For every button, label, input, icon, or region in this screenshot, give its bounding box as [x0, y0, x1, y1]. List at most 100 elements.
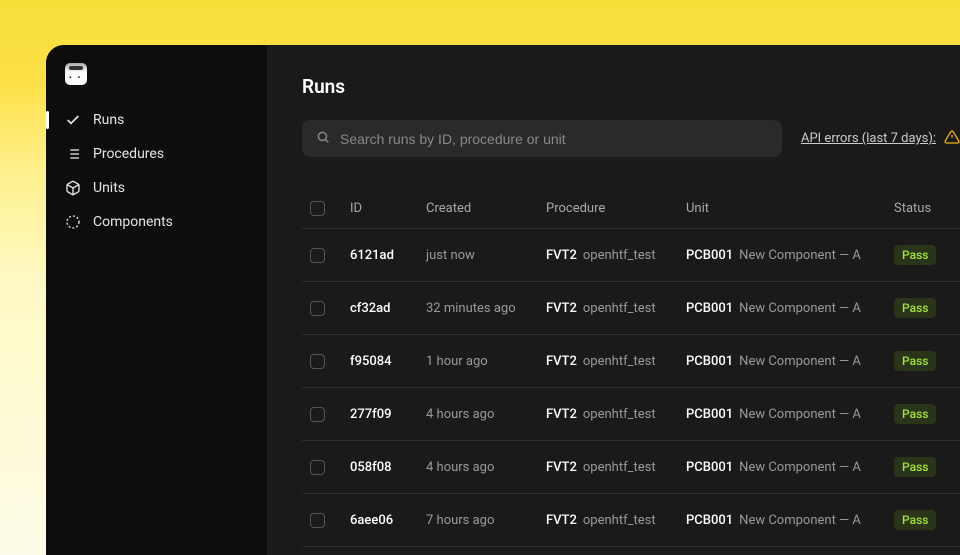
procedure-code: FVT2 [546, 248, 577, 263]
page-title: Runs [302, 75, 960, 98]
search-icon [316, 129, 330, 148]
row-checkbox-cell [302, 301, 350, 316]
procedure-code: FVT2 [546, 460, 577, 475]
procedure-code: FVT2 [546, 354, 577, 369]
row-unit: PCB001 New Component — A [686, 301, 894, 316]
unit-code: PCB001 [686, 407, 733, 422]
unit-code: PCB001 [686, 301, 733, 316]
row-procedure: FVT2 openhtf_test [546, 460, 686, 475]
row-created: just now [426, 248, 546, 263]
procedure-name: openhtf_test [583, 407, 656, 422]
row-procedure: FVT2openhtf_test [546, 301, 686, 316]
sidebar-item-runs[interactable]: Runs [46, 103, 267, 137]
row-procedure: FVT2 openhtf_test [546, 407, 686, 422]
table-row[interactable]: cf32ad32 minutes agoFVT2openhtf_testPCB0… [302, 282, 960, 335]
unit-name: New Component — A [739, 301, 861, 316]
table-row[interactable]: 12c4af7 hours agoFVT2openhtf_testPCB001N… [302, 547, 960, 555]
table-row[interactable]: 058f084 hours agoFVT2 openhtf_test PCB001 N… [302, 441, 960, 494]
row-checkbox-cell [302, 354, 350, 369]
status-badge: Pass [894, 510, 936, 530]
row-checkbox[interactable] [310, 407, 325, 422]
unit-code: PCB001 [686, 354, 733, 369]
row-checkbox[interactable] [310, 248, 325, 263]
row-unit: PCB001New Component — A [686, 513, 894, 528]
row-id: f95084 [350, 354, 426, 369]
row-status: Pass [894, 457, 960, 477]
row-checkbox[interactable] [310, 513, 325, 528]
row-status: Pass [894, 510, 960, 530]
row-created: 4 hours ago [426, 407, 546, 422]
row-checkbox-cell [302, 248, 350, 263]
unit-name: New Component — A [739, 354, 861, 369]
unit-name: New Component — A [739, 407, 861, 422]
cube-icon [65, 180, 81, 196]
app-logo [65, 63, 87, 85]
check-icon [65, 112, 81, 128]
row-checkbox[interactable] [310, 460, 325, 475]
unit-code: PCB001 [686, 460, 733, 475]
table-row[interactable]: 6aee067 hours agoFVT2 openhtf_test PCB001N… [302, 494, 960, 547]
header-unit: Unit [686, 201, 894, 216]
unit-name: New Component — A [739, 248, 861, 263]
status-badge: Pass [894, 245, 936, 265]
row-checkbox[interactable] [310, 301, 325, 316]
api-errors-label: API errors (last 7 days): [801, 131, 936, 146]
row-unit: PCB001 New Component — A [686, 407, 894, 422]
header-status: Status [894, 201, 960, 216]
row-status: Pass [894, 351, 960, 371]
table-body: 6121adjust nowFVT2openhtf_testPCB001New … [302, 229, 960, 555]
list-icon [65, 146, 81, 162]
search-box[interactable] [302, 120, 782, 157]
row-created: 1 hour ago [426, 354, 546, 369]
unit-code: PCB001 [686, 248, 733, 263]
component-icon [65, 214, 81, 230]
select-all-checkbox[interactable] [310, 201, 325, 216]
row-unit: PCB001 New Component — A [686, 248, 894, 263]
procedure-code: FVT2 [546, 513, 577, 528]
header-checkbox-cell [302, 201, 350, 216]
row-procedure: FVT2 openhtf_test [546, 354, 686, 369]
row-created: 7 hours ago [426, 513, 546, 528]
search-input[interactable] [340, 131, 768, 147]
row-id: 277f09 [350, 407, 426, 422]
sidebar-item-label: Units [93, 180, 125, 196]
row-unit: PCB001 New Component — A [686, 354, 894, 369]
sidebar-item-units[interactable]: Units [46, 171, 267, 205]
row-checkbox-cell [302, 513, 350, 528]
procedure-name: openhtf_test [583, 354, 656, 369]
procedure-name: openhtf_test [583, 301, 656, 316]
header-id: ID [350, 201, 426, 216]
status-badge: Pass [894, 351, 936, 371]
sidebar-item-label: Runs [93, 112, 124, 128]
sidebar-item-label: Procedures [93, 146, 164, 162]
sidebar-item-procedures[interactable]: Procedures [46, 137, 267, 171]
row-created: 32 minutes ago [426, 301, 546, 316]
main-content: Runs API errors (last 7 days): ID [267, 45, 960, 555]
table-row[interactable]: 277f094 hours agoFVT2 openhtf_test PCB001 N… [302, 388, 960, 441]
toolbar: API errors (last 7 days): [302, 120, 960, 157]
row-id: cf32ad [350, 301, 426, 316]
procedure-name: openhtf_test [583, 460, 656, 475]
header-procedure: Procedure [546, 201, 686, 216]
procedure-code: FVT2 [546, 407, 577, 422]
row-created: 4 hours ago [426, 460, 546, 475]
table-row[interactable]: 6121adjust nowFVT2openhtf_testPCB001New … [302, 229, 960, 282]
procedure-name: openhtf_test [583, 513, 656, 528]
row-unit: PCB001 New Component — A [686, 460, 894, 475]
row-id: 6aee06 [350, 513, 426, 528]
procedure-name: openhtf_test [583, 248, 656, 263]
api-errors-link[interactable]: API errors (last 7 days): [801, 129, 960, 149]
table-row[interactable]: f950841 hour agoFVT2 openhtf_test PCB001 Ne… [302, 335, 960, 388]
row-status: Pass [894, 245, 960, 265]
row-checkbox-cell [302, 460, 350, 475]
row-checkbox-cell [302, 407, 350, 422]
unit-code: PCB001 [686, 513, 733, 528]
row-status: Pass [894, 404, 960, 424]
warning-icon [944, 129, 960, 149]
sidebar-item-components[interactable]: Components [46, 205, 267, 239]
unit-name: New Component — A [739, 460, 861, 475]
row-checkbox[interactable] [310, 354, 325, 369]
table-header-row: ID Created Procedure Unit Status [302, 189, 960, 229]
app-window: Runs Procedures Units Components Runs API e… [46, 45, 960, 555]
row-id: 058f08 [350, 460, 426, 475]
